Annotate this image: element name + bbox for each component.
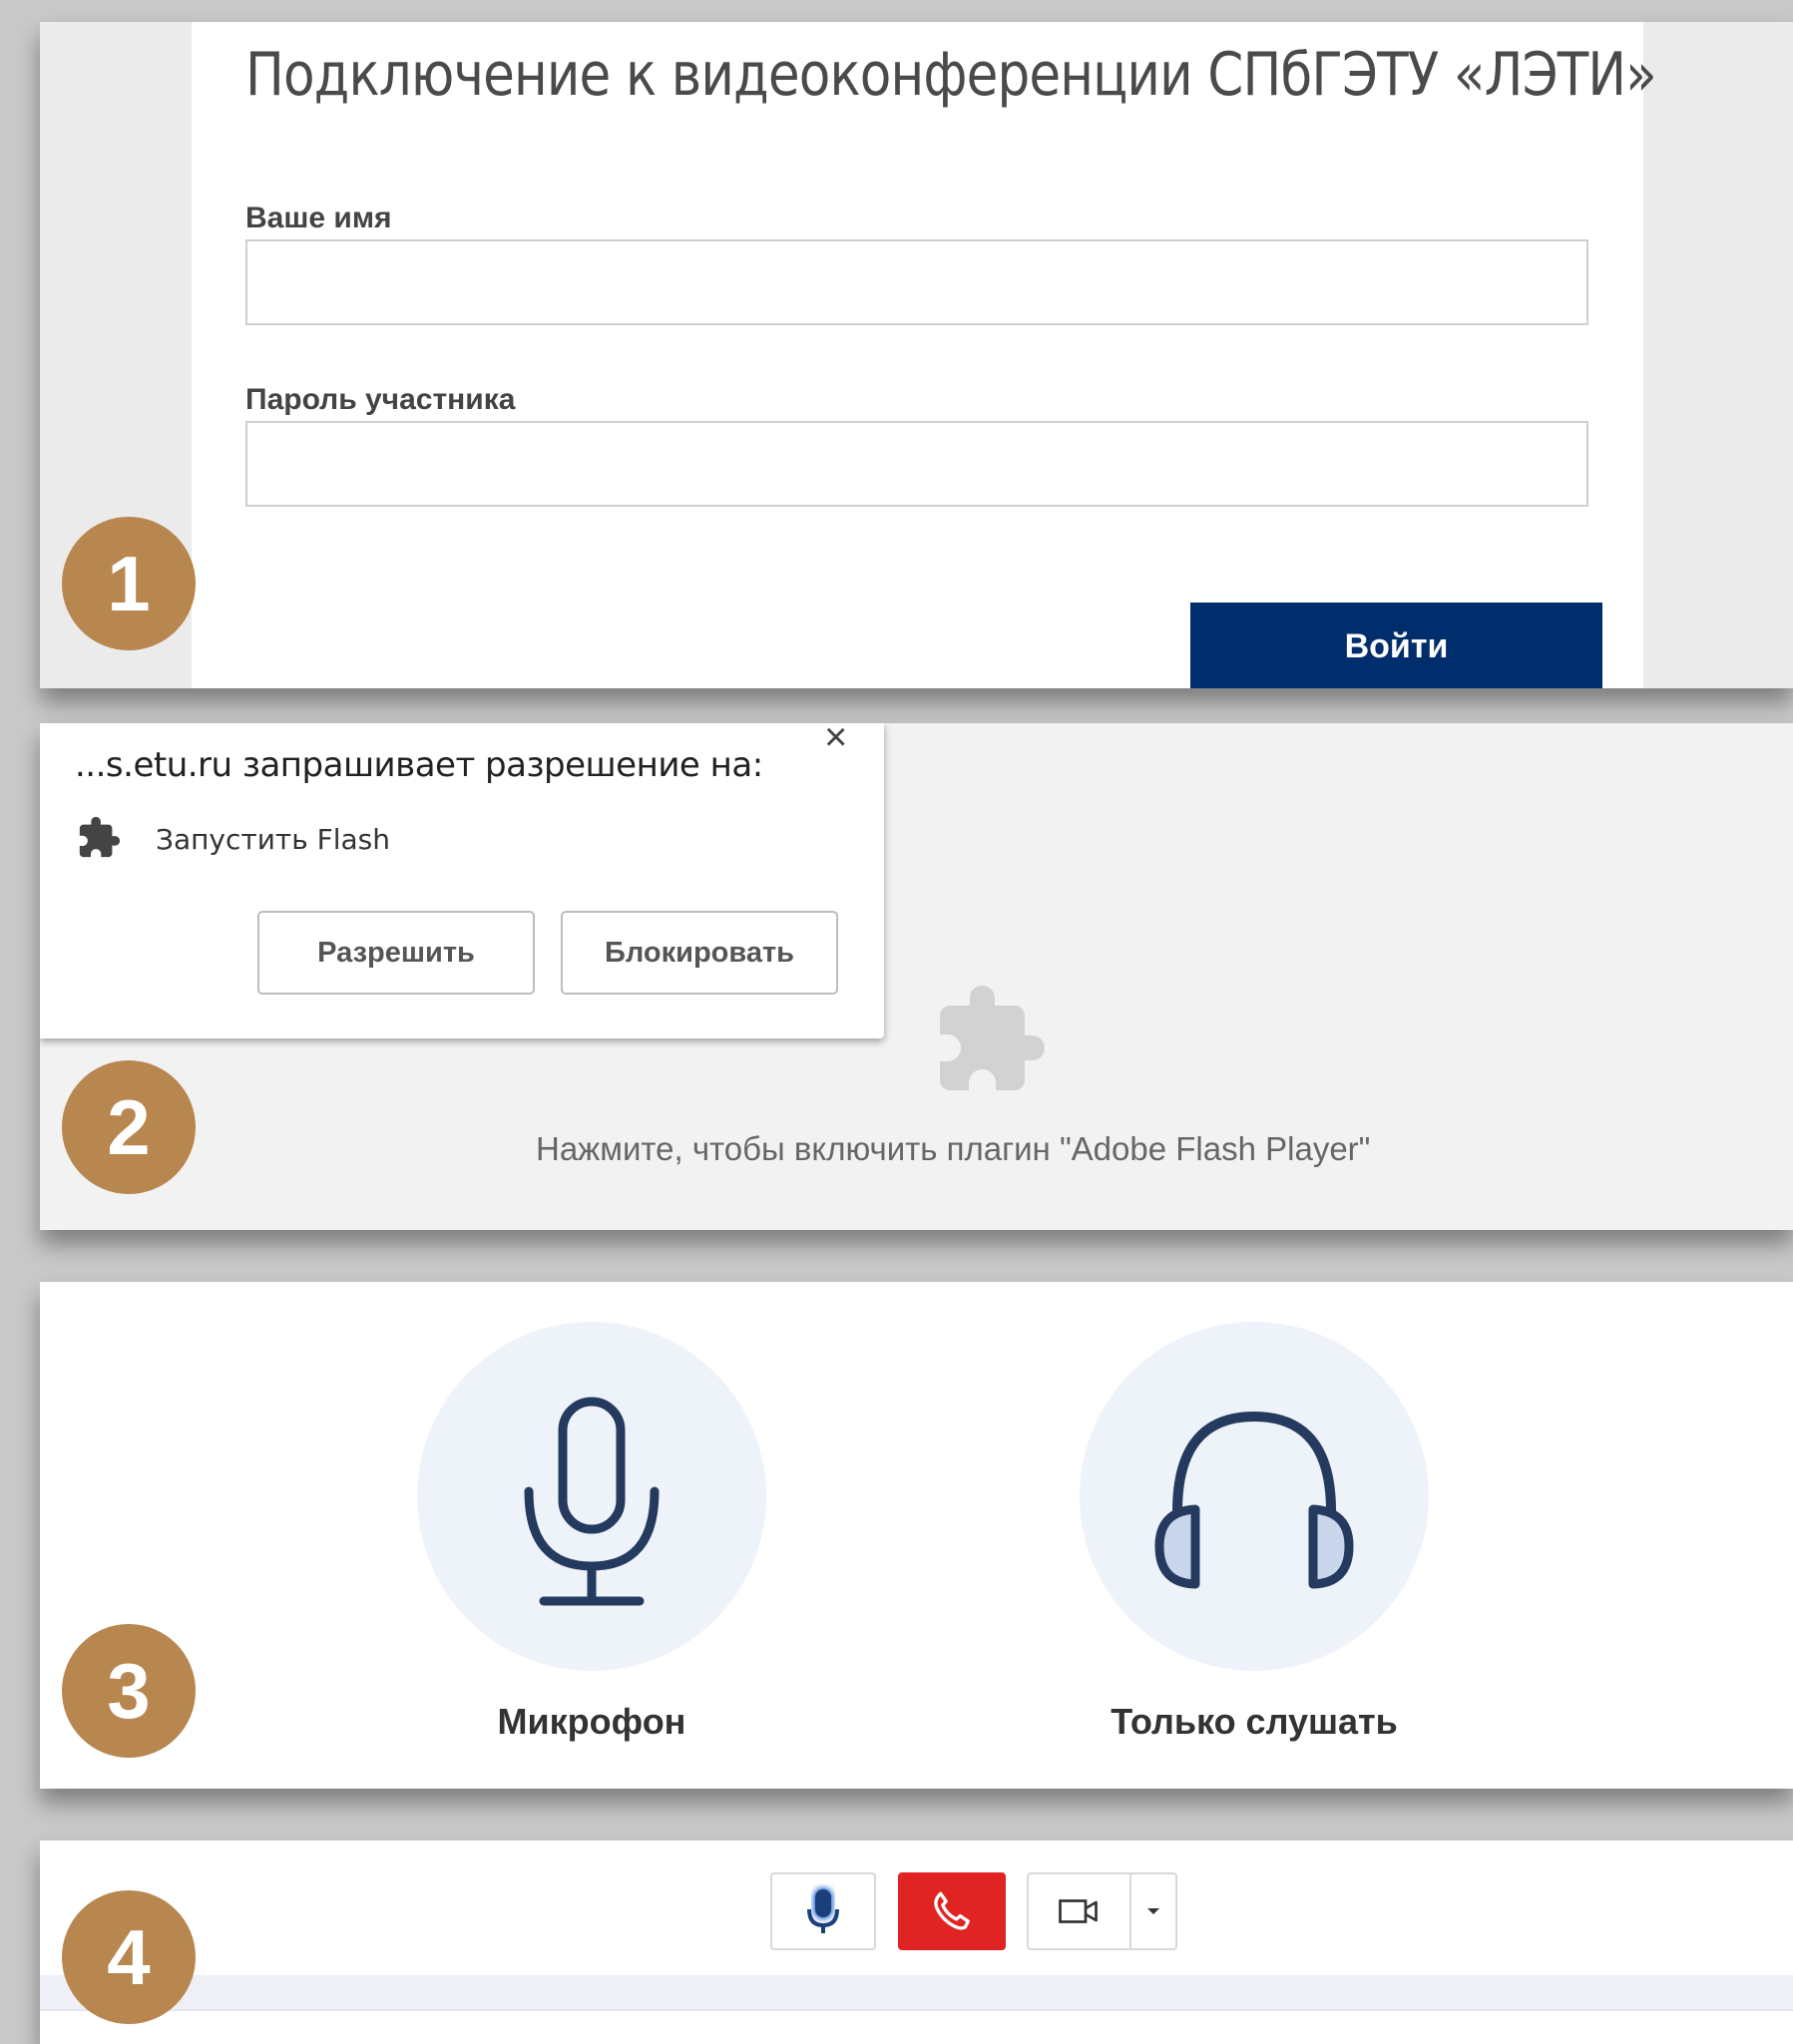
video-camera-icon xyxy=(1058,1899,1098,1923)
microphone-icon xyxy=(524,1397,660,1606)
controls-panel xyxy=(40,1840,1793,2044)
name-label: Ваше имя xyxy=(245,202,392,234)
login-panel: Подключение к видеоконференции СПбГЭТУ «… xyxy=(40,22,1793,688)
permission-popup: ...s.etu.ru запрашивает разрешение на: ×… xyxy=(40,723,884,1038)
puzzle-icon xyxy=(79,816,121,858)
permission-request-text: ...s.etu.ru запрашивает разрешение на: xyxy=(75,745,763,785)
microphone-icon xyxy=(807,1887,839,1933)
block-button[interactable]: Блокировать xyxy=(561,911,838,995)
step-badge-2: 2 xyxy=(62,1060,196,1194)
phone-hangup-icon xyxy=(934,1891,970,1930)
headphones-icon xyxy=(1154,1411,1354,1589)
caret-down-icon xyxy=(1147,1908,1159,1914)
name-input[interactable] xyxy=(245,239,1588,325)
step-badge-3: 3 xyxy=(62,1624,196,1758)
password-label: Пароль участника xyxy=(245,383,516,416)
page-title: Подключение к видеоконференции СПбГЭТУ «… xyxy=(245,40,1657,110)
login-button[interactable]: Войти xyxy=(1190,603,1602,688)
login-card: Подключение к видеоконференции СПбГЭТУ «… xyxy=(192,22,1657,688)
microphone-label: Микрофон xyxy=(497,1701,686,1742)
flash-panel: Нажмите, чтобы включить плагин "Adobe Fl… xyxy=(40,723,1793,1230)
mute-microphone-button[interactable] xyxy=(770,1872,876,1950)
close-icon[interactable]: × xyxy=(824,723,847,760)
video-options-dropdown[interactable] xyxy=(1129,1872,1177,1950)
step-badge-1: 1 xyxy=(62,517,196,650)
audio-panel: Микрофон Только слушать xyxy=(40,1282,1793,1789)
plugin-puzzle-icon[interactable] xyxy=(930,981,1050,1100)
listen-only-option[interactable] xyxy=(1080,1322,1429,1671)
permission-text: Запустить Flash xyxy=(156,823,390,856)
step-badge-4: 4 xyxy=(62,1890,196,2024)
video-camera-button[interactable] xyxy=(1027,1872,1131,1950)
password-input[interactable] xyxy=(245,421,1588,507)
listen-only-label: Только слушать xyxy=(1111,1701,1398,1742)
microphone-option[interactable] xyxy=(417,1322,766,1671)
toolbar-divider-strip xyxy=(40,1975,1793,2011)
allow-button[interactable]: Разрешить xyxy=(257,911,535,995)
plugin-hint[interactable]: Нажмите, чтобы включить плагин "Adobe Fl… xyxy=(536,1130,1370,1168)
hang-up-button[interactable] xyxy=(898,1872,1006,1950)
